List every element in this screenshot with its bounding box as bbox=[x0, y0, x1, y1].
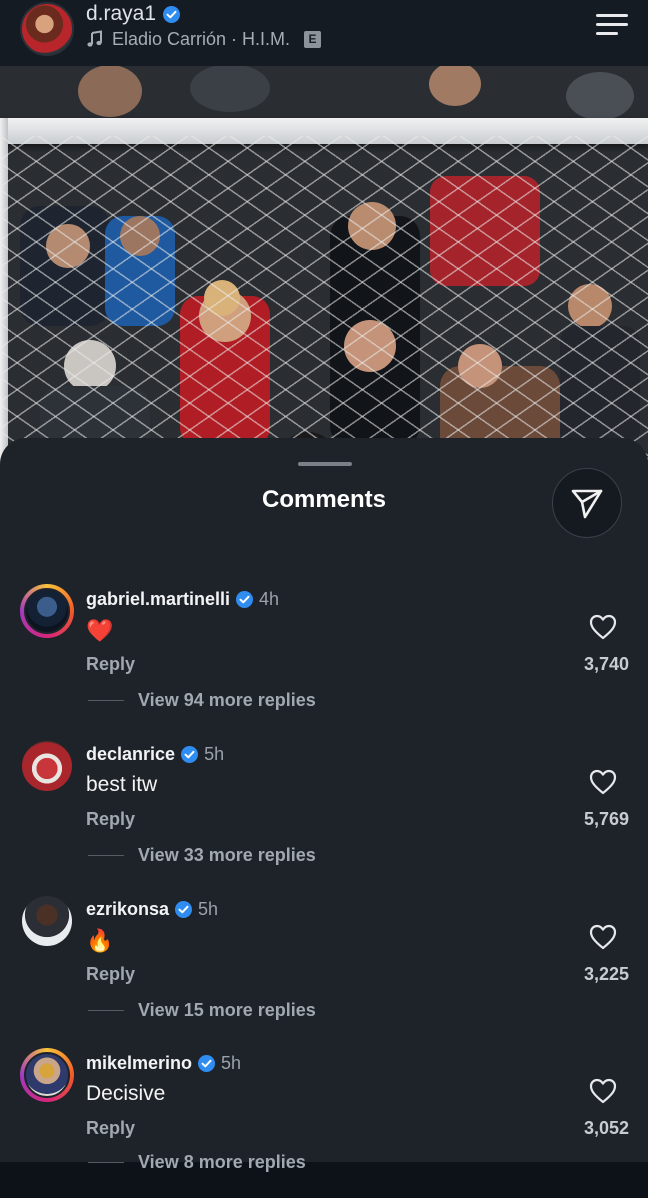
like-count: 3,225 bbox=[583, 964, 629, 984]
commenter-username[interactable]: declanrice bbox=[86, 744, 175, 765]
heart-outline-icon[interactable] bbox=[589, 769, 617, 795]
comment-header: declanrice 5h bbox=[86, 741, 224, 767]
comment-time: 5h bbox=[204, 743, 225, 764]
comment-text: best itw bbox=[86, 773, 158, 796]
music-track-label: Eladio Carrión · H.I.M. bbox=[112, 28, 291, 49]
comment-header: mikelmerino 5h bbox=[86, 1050, 241, 1076]
reply-button[interactable]: Reply bbox=[86, 809, 135, 830]
view-more-replies-label: View 15 more replies bbox=[138, 1000, 316, 1020]
comment-time: 4h bbox=[259, 588, 280, 609]
view-more-replies-label: View 33 more replies bbox=[138, 845, 316, 865]
goal-net bbox=[0, 136, 648, 486]
replies-divider bbox=[88, 700, 124, 701]
post-photo[interactable] bbox=[0, 66, 648, 486]
commenter-username[interactable]: ezrikonsa bbox=[86, 899, 169, 920]
sheet-title: Comments bbox=[261, 486, 387, 513]
comment-text: 🔥 bbox=[86, 928, 114, 953]
verified-icon bbox=[163, 5, 181, 23]
author-row: d.raya1 bbox=[86, 0, 181, 28]
hamburger-menu-icon[interactable] bbox=[596, 14, 630, 36]
comment-item: gabriel.martinelli 4h ❤️ Reply 3,740 Vie… bbox=[0, 584, 648, 734]
comment-header: ezrikonsa 5h bbox=[86, 896, 218, 922]
commenter-avatar[interactable] bbox=[20, 894, 74, 948]
music-note-icon bbox=[87, 30, 102, 47]
reply-button[interactable]: Reply bbox=[86, 1118, 135, 1139]
verified-icon bbox=[175, 900, 193, 918]
comment-text: ❤️ bbox=[86, 618, 114, 643]
comment-header: gabriel.martinelli 4h bbox=[86, 586, 279, 612]
author-avatar[interactable] bbox=[20, 2, 74, 56]
view-more-replies[interactable]: View 33 more replies bbox=[88, 845, 316, 866]
comments-sheet: Comments gabriel.martinelli 4h ❤️ Reply … bbox=[0, 438, 648, 1172]
sheet-drag-handle[interactable] bbox=[298, 462, 352, 466]
commenter-avatar[interactable] bbox=[20, 1048, 74, 1102]
comment-item: ezrikonsa 5h 🔥 Reply 3,225 View 15 more … bbox=[0, 894, 648, 1044]
commenter-username[interactable]: mikelmerino bbox=[86, 1053, 192, 1074]
reply-button[interactable]: Reply bbox=[86, 964, 135, 985]
comment-text: Decisive bbox=[86, 1082, 166, 1105]
heart-outline-icon[interactable] bbox=[589, 614, 617, 640]
explicit-badge: E bbox=[304, 30, 322, 48]
post-header: d.raya1 Eladio Carrión · H.I.M. E bbox=[0, 0, 648, 66]
view-more-replies[interactable]: View 94 more replies bbox=[88, 690, 316, 711]
comment-item: declanrice 5h best itw Reply 5,769 View … bbox=[0, 739, 648, 889]
view-more-replies-label: View 8 more replies bbox=[138, 1152, 306, 1172]
share-button[interactable] bbox=[552, 468, 622, 538]
replies-divider bbox=[88, 855, 124, 856]
commenter-avatar[interactable] bbox=[20, 584, 74, 638]
view-more-replies[interactable]: View 15 more replies bbox=[88, 1000, 316, 1021]
like-count: 3,052 bbox=[583, 1118, 629, 1138]
commenter-username[interactable]: gabriel.martinelli bbox=[86, 589, 230, 610]
heart-outline-icon[interactable] bbox=[589, 1078, 617, 1104]
heart-outline-icon[interactable] bbox=[589, 924, 617, 950]
verified-icon bbox=[198, 1054, 216, 1072]
author-username[interactable]: d.raya1 bbox=[86, 2, 156, 26]
comment-time: 5h bbox=[198, 898, 219, 919]
view-more-replies[interactable]: View 8 more replies bbox=[88, 1152, 306, 1173]
music-track[interactable]: Eladio Carrión · H.I.M. E bbox=[86, 27, 322, 51]
comment-item: mikelmerino 5h Decisive Reply 3,052 View… bbox=[0, 1048, 648, 1198]
commenter-avatar[interactable] bbox=[20, 739, 74, 793]
replies-divider bbox=[88, 1162, 124, 1163]
replies-divider bbox=[88, 1010, 124, 1011]
like-count: 5,769 bbox=[583, 809, 629, 829]
verified-icon bbox=[181, 745, 199, 763]
like-count: 3,740 bbox=[583, 654, 629, 674]
reply-button[interactable]: Reply bbox=[86, 654, 135, 675]
paper-plane-icon bbox=[571, 489, 603, 519]
comment-time: 5h bbox=[221, 1052, 242, 1073]
verified-icon bbox=[236, 590, 254, 608]
view-more-replies-label: View 94 more replies bbox=[138, 690, 316, 710]
